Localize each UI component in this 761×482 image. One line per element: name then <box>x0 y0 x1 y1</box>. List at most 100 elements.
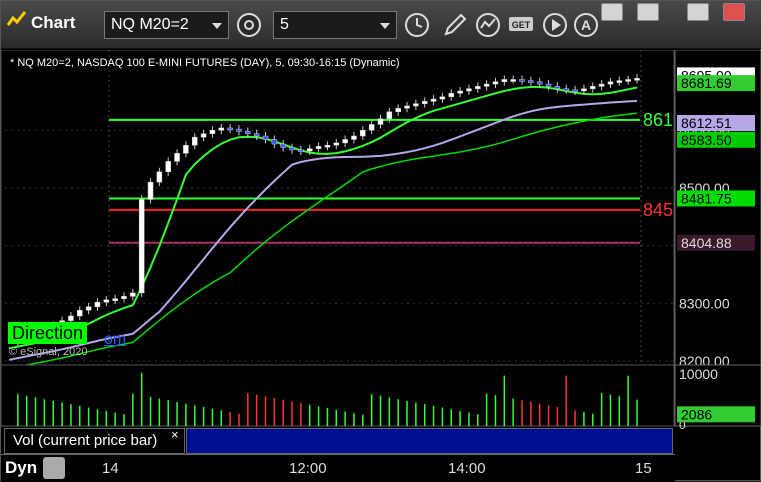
candle-body <box>519 79 525 82</box>
close-button[interactable] <box>723 3 745 21</box>
candle-body <box>634 78 640 81</box>
watermark: © eSignal, 2020 <box>9 346 88 358</box>
candle-body <box>245 131 251 134</box>
play-icon[interactable] <box>541 11 569 39</box>
chevron-down-icon <box>380 23 390 29</box>
chart-description: * NQ M20=2, NASDAQ 100 E-MINI FUTURES (D… <box>10 57 400 69</box>
candle-body <box>590 86 596 89</box>
candle-body <box>280 143 286 148</box>
price-chart[interactable]: 8618458200.008300.008400.008500.008600.0… <box>1 50 761 454</box>
chart-window: Chart NQ M20=2 5 GET A 861 845 8200.00 8… <box>0 0 761 482</box>
candle-body <box>351 135 357 140</box>
settings-icon[interactable] <box>235 11 263 39</box>
x-tick-label: 14 <box>102 460 119 477</box>
candle-body <box>77 309 83 317</box>
candle-body <box>112 298 118 301</box>
window-title: Chart <box>31 13 76 32</box>
maximize-button[interactable] <box>687 3 709 21</box>
candle-body <box>191 136 198 146</box>
candle-body <box>68 315 74 321</box>
candle-body <box>404 105 410 109</box>
candle-body <box>413 103 419 107</box>
price-tag-label: 8404.88 <box>681 235 732 251</box>
candle-body <box>324 144 331 148</box>
candle-body <box>421 101 428 104</box>
candle-body <box>457 90 463 94</box>
clock-icon[interactable] <box>403 11 431 39</box>
candle-body <box>165 161 171 173</box>
candle-body <box>466 88 472 92</box>
candle-body <box>103 299 110 303</box>
candle-body <box>607 81 614 85</box>
candle-body <box>200 133 207 138</box>
volume-tick-label: 10000 <box>679 366 718 382</box>
candle-body <box>616 80 623 83</box>
price-tag-label: 8481.75 <box>681 190 732 206</box>
price-axis <box>674 50 761 366</box>
candle-body <box>218 127 225 131</box>
candle-body <box>598 83 605 87</box>
candle-body <box>625 79 631 82</box>
candle-body <box>85 306 92 311</box>
candle-body <box>253 133 260 137</box>
candle-body <box>147 181 154 200</box>
candle-body <box>156 171 163 183</box>
level-label-green: 861 <box>643 110 673 130</box>
volume-legend[interactable]: Vol (current price bar) <box>4 428 185 454</box>
price-tag-label: 8612.51 <box>681 115 732 131</box>
symbol-selector[interactable]: NQ M20=2 <box>104 11 229 39</box>
candle-body <box>183 144 189 154</box>
candle-body <box>439 96 446 100</box>
candle-body <box>395 108 401 113</box>
candle-body <box>475 86 481 89</box>
pencil-icon[interactable] <box>441 11 469 39</box>
candle-body <box>236 128 242 132</box>
candle-body <box>483 83 490 87</box>
lock-icon[interactable] <box>43 457 65 479</box>
candle-body <box>306 148 313 152</box>
chevron-down-icon <box>212 23 222 29</box>
price-tag-label: 8681.69 <box>681 75 732 91</box>
interval-selector[interactable]: 5 <box>273 11 397 39</box>
candle-body <box>536 81 543 85</box>
candle-body <box>377 118 384 125</box>
symbol-value: NQ M20=2 <box>111 16 189 33</box>
candle-body <box>94 301 101 308</box>
alert-icon[interactable]: A <box>572 11 600 39</box>
candle-body <box>501 79 508 83</box>
close-icon[interactable]: × <box>171 427 179 442</box>
direction-badge: Direction <box>8 322 88 344</box>
volume-pane <box>1 364 675 427</box>
candle-body <box>528 80 534 83</box>
candle-body <box>554 86 561 89</box>
candle-body <box>360 129 366 137</box>
candle-body <box>262 135 269 140</box>
candle-body <box>492 81 499 85</box>
minimize-button[interactable] <box>601 3 623 21</box>
candle-body <box>298 149 304 153</box>
candle-body <box>545 83 552 87</box>
restore-button[interactable] <box>637 3 659 21</box>
price-tag-label: 8583.50 <box>681 132 732 148</box>
candle-body <box>209 129 216 134</box>
level-label-red: 845 <box>643 200 673 220</box>
candle-body <box>227 127 233 131</box>
volume-current-label: 2086 <box>681 406 712 422</box>
candle-body <box>572 89 578 93</box>
chart-style-icon[interactable] <box>474 11 502 39</box>
y-tick-label: 8300.00 <box>679 295 730 311</box>
candle-body <box>368 124 375 131</box>
candle-body <box>271 139 278 145</box>
get-icon[interactable]: GET <box>507 11 535 39</box>
app-logo-icon <box>7 11 27 26</box>
x-tick-label: 12:00 <box>289 460 327 477</box>
candle-body <box>130 292 136 297</box>
candle-body <box>510 79 516 82</box>
interval-value: 5 <box>280 16 289 33</box>
candle-body <box>138 199 145 294</box>
candle-body <box>581 88 587 92</box>
direction-link[interactable]: om <box>104 331 126 349</box>
dynamic-mode-label[interactable]: Dyn <box>5 458 37 478</box>
candle-body <box>430 98 437 102</box>
candle-body <box>315 146 322 149</box>
